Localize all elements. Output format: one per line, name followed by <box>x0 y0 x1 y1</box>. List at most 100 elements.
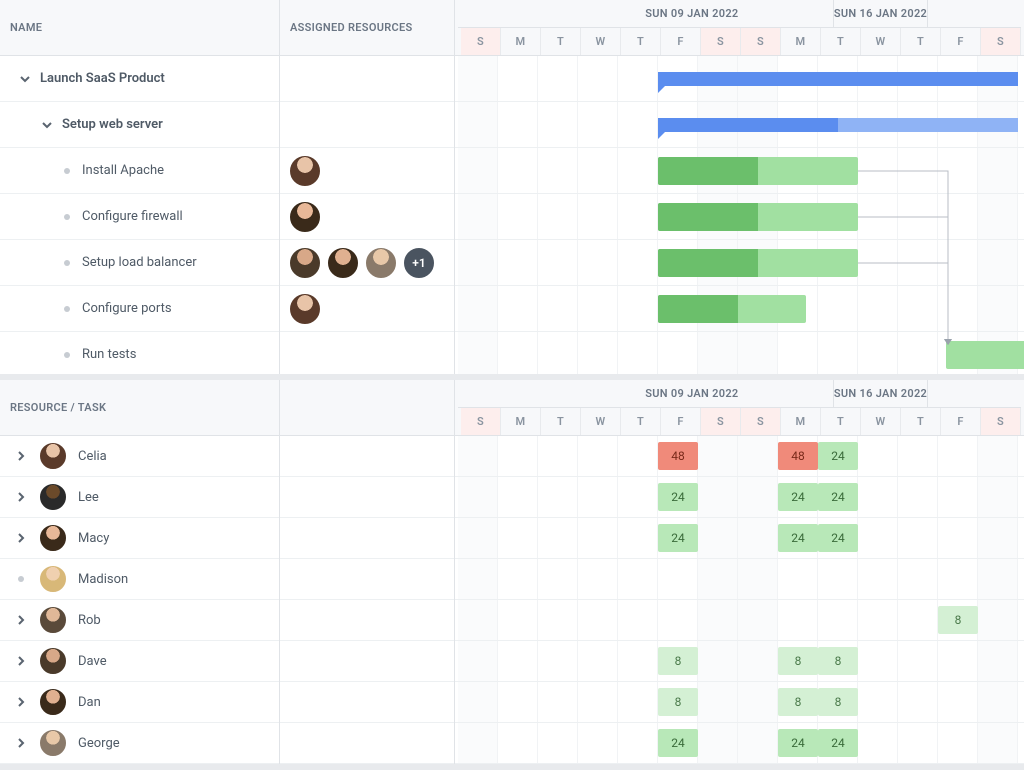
task-row[interactable]: Configure firewall <box>0 194 279 240</box>
gantt-task-bar[interactable] <box>658 157 858 185</box>
histogram-cell[interactable]: 24 <box>658 524 698 552</box>
day-header: W <box>581 408 621 435</box>
avatar[interactable] <box>38 646 68 676</box>
day-header: T <box>541 408 581 435</box>
histogram-cell[interactable]: 24 <box>818 524 858 552</box>
histogram-cell[interactable]: 24 <box>818 483 858 511</box>
histogram-cell[interactable]: 24 <box>778 524 818 552</box>
day-header: M <box>781 408 821 435</box>
blank-cell <box>280 436 454 477</box>
histogram-cell[interactable]: 8 <box>658 647 698 675</box>
task-row[interactable]: Install Apache <box>0 148 279 194</box>
histogram-cell[interactable]: 8 <box>778 688 818 716</box>
resource-row[interactable]: Dan <box>0 682 279 723</box>
histogram-cell[interactable]: 24 <box>778 729 818 757</box>
histogram-cell[interactable]: 24 <box>818 442 858 470</box>
histogram-cell[interactable]: 8 <box>658 688 698 716</box>
task-row[interactable]: Configure ports <box>0 286 279 332</box>
histogram-cell[interactable]: 24 <box>658 483 698 511</box>
resource-name: Madison <box>78 572 128 587</box>
resource-row[interactable]: Rob <box>0 600 279 641</box>
avatar[interactable] <box>288 292 322 326</box>
avatar[interactable] <box>326 246 360 280</box>
assignee-cell[interactable] <box>280 148 454 194</box>
avatar[interactable] <box>38 482 68 512</box>
histogram-cell[interactable]: 48 <box>778 442 818 470</box>
day-header: W <box>861 28 901 55</box>
gantt-row <box>455 56 1024 102</box>
expand-toggle[interactable] <box>14 449 28 463</box>
assignee-cell[interactable] <box>280 286 454 332</box>
blank-cell <box>280 600 454 641</box>
histogram-cell[interactable]: 24 <box>658 729 698 757</box>
column-header-name[interactable]: NAME <box>0 0 279 56</box>
task-name: Setup load balancer <box>82 255 197 270</box>
avatar[interactable] <box>38 605 68 635</box>
gantt-task-bar[interactable] <box>946 341 1024 369</box>
resource-row[interactable]: Celia <box>0 436 279 477</box>
assignee-cell[interactable] <box>280 194 454 240</box>
histogram-row: 242424 <box>455 477 1024 518</box>
expand-toggle[interactable] <box>40 118 54 132</box>
gantt-task-bar[interactable] <box>658 249 858 277</box>
histogram-cell[interactable]: 8 <box>778 647 818 675</box>
week-header: SUN 16 JAN 2022 <box>834 0 928 27</box>
avatar[interactable] <box>38 523 68 553</box>
expand-toggle[interactable] <box>14 736 28 750</box>
histogram-cell[interactable]: 8 <box>818 647 858 675</box>
gantt-task-bar[interactable] <box>658 203 858 231</box>
resource-row[interactable]: George <box>0 723 279 764</box>
resource-row[interactable]: Dave <box>0 641 279 682</box>
assignee-cell[interactable]: +1 <box>280 240 454 286</box>
day-header: S <box>981 408 1021 435</box>
resource-row[interactable]: Madison <box>0 559 279 600</box>
timeline-header-top: SUN 09 JAN 2022SUN 16 JAN 2022 SMTWTFSSM… <box>455 0 1024 56</box>
expand-toggle[interactable] <box>18 72 32 86</box>
task-row[interactable]: Run tests <box>0 332 279 374</box>
task-row[interactable]: Setup load balancer <box>0 240 279 286</box>
assignee-cell[interactable] <box>280 102 454 148</box>
gantt-row <box>455 240 1024 286</box>
column-header-resources[interactable]: ASSIGNED RESOURCES <box>280 0 454 56</box>
histogram-cell[interactable]: 8 <box>818 688 858 716</box>
histogram-cell[interactable]: 24 <box>778 483 818 511</box>
week-header: SUN 09 JAN 2022 <box>551 0 834 27</box>
histogram-row: 242424 <box>455 723 1024 764</box>
histogram-row: 888 <box>455 641 1024 682</box>
assignee-cell[interactable] <box>280 56 454 102</box>
column-header-resource-task[interactable]: RESOURCE / TASK <box>0 380 279 436</box>
avatar[interactable] <box>38 564 68 594</box>
task-row[interactable]: Setup web server <box>0 102 279 148</box>
avatar[interactable] <box>364 246 398 280</box>
assignee-cell[interactable] <box>280 332 454 374</box>
gantt-summary-bar[interactable] <box>658 72 1018 86</box>
blank-cell <box>280 559 454 600</box>
day-header: T <box>901 408 941 435</box>
expand-toggle[interactable] <box>14 695 28 709</box>
day-header: T <box>621 408 661 435</box>
expand-toggle[interactable] <box>14 613 28 627</box>
resource-row[interactable]: Macy <box>0 518 279 559</box>
avatar[interactable] <box>38 687 68 717</box>
avatar[interactable] <box>38 441 68 471</box>
resource-row[interactable]: Lee <box>0 477 279 518</box>
day-header: M <box>501 28 541 55</box>
histogram-cell[interactable]: 24 <box>818 729 858 757</box>
avatar[interactable] <box>38 728 68 758</box>
histogram-cell[interactable]: 8 <box>938 606 978 634</box>
gantt-summary-bar[interactable] <box>658 118 1018 132</box>
task-row[interactable]: Launch SaaS Product <box>0 56 279 102</box>
histogram-cell[interactable]: 48 <box>658 442 698 470</box>
histogram-row: 484824 <box>455 436 1024 477</box>
avatar[interactable] <box>288 200 322 234</box>
gantt-row <box>455 286 1024 332</box>
expand-toggle[interactable] <box>14 654 28 668</box>
avatar[interactable] <box>288 154 322 188</box>
expand-toggle[interactable] <box>14 531 28 545</box>
day-header: T <box>901 28 941 55</box>
day-header: S <box>461 28 501 55</box>
avatar-overflow[interactable]: +1 <box>402 246 436 280</box>
expand-toggle[interactable] <box>14 490 28 504</box>
avatar[interactable] <box>288 246 322 280</box>
gantt-task-bar[interactable] <box>658 295 806 323</box>
